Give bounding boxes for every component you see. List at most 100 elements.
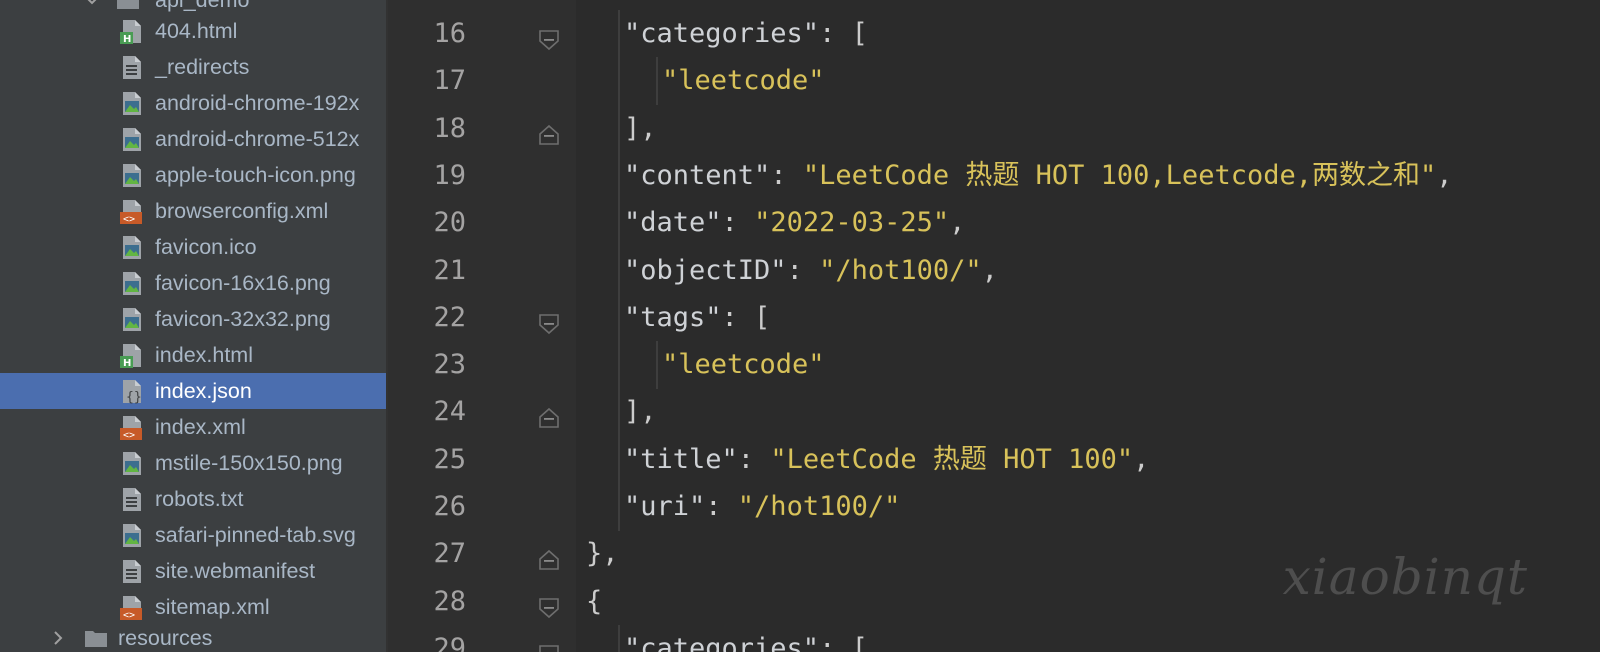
tree-item-file[interactable]: favicon.ico [0,229,388,265]
code-text: "leetcode" [662,57,825,105]
image-file-icon [120,523,144,548]
tree-item-file[interactable]: apple-touch-icon.png [0,157,388,193]
json-punctuation: : [721,207,755,239]
tree-item-file[interactable]: Hindex.html [0,337,388,373]
tree-folder-label: resources [118,626,213,650]
code-line[interactable]: 23 "leetcode" [388,341,1600,390]
fold-close-icon[interactable] [536,399,562,429]
tree-item-label: favicon-16x16.png [155,271,331,295]
tree-item-label: browserconfig.xml [155,199,329,223]
tree-item-file[interactable]: {} index.json [0,373,388,409]
indent-guide [618,293,620,342]
line-number: 23 [433,349,466,381]
fold-open-icon[interactable] [536,589,562,618]
code-line[interactable]: 20 "date": "2022-03-25", [388,199,1600,248]
code-line[interactable]: 26 "uri": "/hot100/" [388,483,1600,531]
fold-open-icon[interactable] [536,636,562,652]
chevron-down-icon[interactable] [82,0,102,10]
tree-folder-resources[interactable]: resources [0,620,388,652]
xml-file-icon: <> [120,415,144,441]
tree-item-file[interactable]: android-chrome-512x [0,121,388,157]
line-number: 18 [433,112,466,144]
code-line[interactable]: 19 "content": "LeetCode 热题 HOT 100,Leetco… [388,151,1600,200]
tree-item-label: 404.html [155,19,238,43]
code-line[interactable]: 21 "objectID": "/hot100/", [388,246,1600,295]
json-punctuation: : [786,254,820,286]
image-file-icon [120,307,144,332]
code-text: "tags": [ [624,294,770,342]
tree-item-label: android-chrome-192x [155,91,360,115]
tree-item-file[interactable]: favicon-16x16.png [0,265,388,301]
indent-guide [656,341,658,390]
tree-item-file[interactable]: <> index.xml [0,409,388,445]
json-string: "/hot100/" [819,254,982,286]
tree-item-label: safari-pinned-tab.svg [155,523,356,547]
line-number: 27 [433,538,466,570]
tree-item-file[interactable]: _redirects [0,49,388,85]
tree-item-file[interactable]: robots.txt [0,481,388,517]
line-number: 24 [433,396,466,428]
indent-guide [618,341,620,390]
indent-guide [618,388,620,437]
code-text: "date": "2022-03-25", [624,199,965,247]
tree-item-label: index.xml [155,415,246,439]
line-number: 26 [433,491,466,522]
tree-item-file[interactable]: android-chrome-192x [0,85,388,121]
indent-guide [618,246,620,295]
tree-item-file[interactable]: favicon-32x32.png [0,301,388,337]
html-file-icon: H [120,343,144,369]
code-text: ], [624,105,657,153]
text-file-icon [120,55,144,80]
json-key: "objectID" [624,254,787,286]
chevron-right-icon[interactable] [48,628,68,648]
project-tree[interactable]: api_demo H 404.html _redirects android-chro… [0,0,388,652]
fold-close-icon[interactable] [536,116,562,145]
fold-close-icon[interactable] [536,541,562,571]
code-line[interactable]: 18], [388,104,1600,153]
tree-item-file[interactable]: safari-pinned-tab.svg [0,517,388,553]
svg-text:<>: <> [123,214,135,224]
json-key: "content" [624,159,771,191]
tree-item-file[interactable]: mstile-150x150.png [0,445,388,481]
json-file-icon: {} [120,379,144,405]
code-line[interactable]: 24], [388,388,1600,437]
code-line[interactable]: 16 "categories": [ [388,10,1600,58]
json-punctuation: { [586,585,603,617]
code-editor[interactable]: 16 "categories": [17 "leetcode" 18], 19 "cont… [388,0,1600,652]
code-line[interactable]: 29 "categories": [ [388,624,1600,652]
indent-guide [618,104,620,153]
json-punctuation: }, [586,538,619,570]
tree-item-label: favicon.ico [155,235,257,259]
code-line[interactable]: 22 "tags": [ [388,293,1600,342]
fold-open-icon[interactable] [536,21,562,51]
line-number: 21 [433,254,466,286]
json-string: "LeetCode 热题 HOT 100,Leetcode,两数之和" [802,159,1437,191]
indent-guide [618,57,620,106]
json-punctuation: : [770,159,803,191]
json-punctuation: : [737,443,771,475]
code-text: "title": "LeetCode 热题 HOT 100", [624,436,1149,484]
tree-item-file[interactable]: <> browserconfig.xml [0,193,388,229]
json-punctuation: : [ [721,301,771,333]
code-text: "content": "LeetCode 热题 HOT 100,Leetcode… [624,152,1453,200]
line-number: 29 [433,632,466,652]
tree-item-label: index.json [155,379,252,403]
indent-guide [618,483,620,531]
fold-open-icon[interactable] [536,305,562,334]
image-file-icon [120,163,144,188]
image-file-icon [120,91,144,116]
line-number: 20 [433,207,466,239]
code-line[interactable]: 25 "title": "LeetCode 热题 HOT 100", [388,435,1600,484]
tree-item-file[interactable]: H 404.html [0,13,388,49]
json-key: "uri" [624,491,706,522]
image-file-icon [120,271,144,296]
json-key: "title" [624,443,738,475]
xml-file-icon: <> [120,199,144,225]
tree-item-file[interactable]: site.webmanifest [0,553,388,589]
tree-item-label: mstile-150x150.png [155,451,343,475]
line-number: 19 [433,159,466,191]
code-line[interactable]: 17 "leetcode" [388,57,1600,106]
code-text: { [586,578,602,626]
image-file-icon [120,235,144,260]
json-punctuation: , [1133,443,1150,475]
